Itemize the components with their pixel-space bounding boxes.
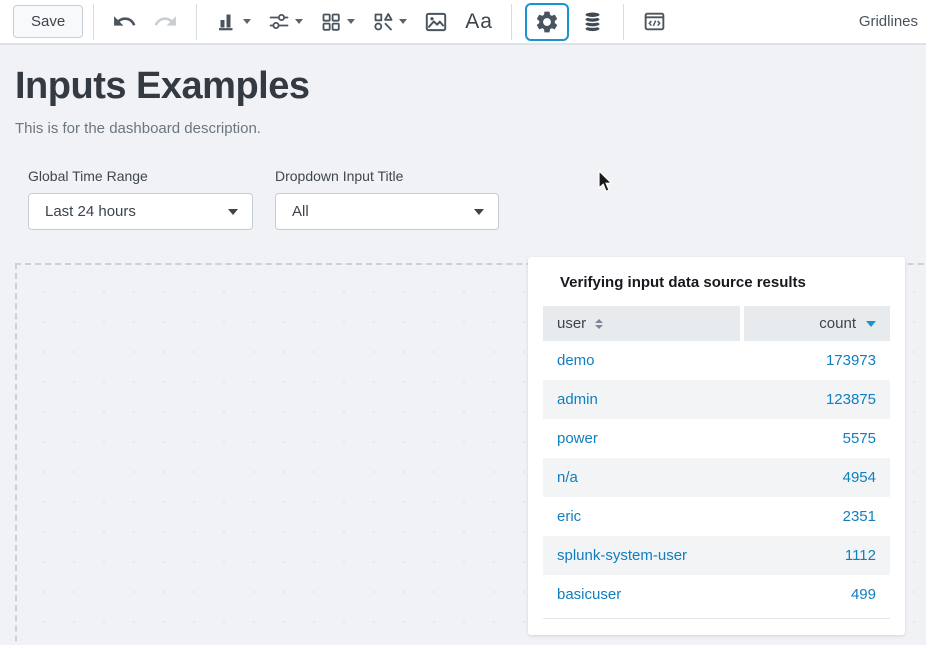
code-icon [642,9,667,34]
settings-button[interactable] [525,3,569,41]
time-range-dropdown[interactable]: Last 24 hours [28,193,253,230]
count-cell[interactable]: 5575 [742,430,890,447]
dropdown-input[interactable]: All [275,193,499,230]
table-row[interactable]: eric 2351 [543,497,890,536]
table-row[interactable]: splunk-system-user 1112 [543,536,890,575]
save-button[interactable]: Save [13,5,83,38]
chevron-down-icon [243,19,251,24]
editor-toolbar: Save [0,0,926,45]
shapes-icon [371,10,395,34]
column-label: count [819,315,856,332]
dropdown-input-value: All [292,203,309,220]
user-cell[interactable]: basicuser [543,586,742,603]
chevron-down-icon [347,19,355,24]
add-chart-button[interactable] [210,6,256,38]
user-cell[interactable]: n/a [543,469,742,486]
add-image-button[interactable] [418,5,454,39]
count-cell[interactable]: 123875 [742,391,890,408]
input-group-time-range: Global Time Range Last 24 hours [28,168,253,230]
dropdown-input-label: Dropdown Input Title [275,168,499,184]
count-cell[interactable]: 2351 [742,508,890,525]
table-row[interactable]: n/a 4954 [543,458,890,497]
gridlines-label[interactable]: Gridlines [859,13,920,30]
source-code-button[interactable] [637,5,672,38]
panel-title: Verifying input data source results [560,274,873,291]
table-row[interactable]: power 5575 [543,419,890,458]
table-row[interactable]: demo 173973 [543,341,890,380]
sliders-icon [267,10,291,34]
chevron-down-icon [474,209,484,215]
toolbar-divider [196,4,197,40]
table-row[interactable]: admin 123875 [543,380,890,419]
page-title: Inputs Examples [15,65,911,108]
grid-icon [319,10,343,34]
count-cell[interactable]: 1112 [742,547,890,564]
chevron-down-icon [295,19,303,24]
sort-both-icon [595,319,603,329]
chevron-down-icon [399,19,407,24]
input-group-dropdown: Dropdown Input Title All [275,168,499,230]
user-cell[interactable]: splunk-system-user [543,547,742,564]
toolbar-divider [511,4,512,40]
data-sources-button[interactable] [575,5,610,38]
redo-icon [153,9,178,34]
inputs-row: Global Time Range Last 24 hours Dropdown… [0,168,926,230]
user-cell[interactable]: admin [543,391,742,408]
count-cell[interactable]: 4954 [742,469,890,486]
count-cell[interactable]: 499 [742,586,890,603]
add-input-button[interactable] [262,6,308,38]
layout-grid-button[interactable] [314,6,360,38]
text-tool-label: Aa [465,10,493,34]
add-text-button[interactable]: Aa [460,6,498,38]
redo-button[interactable] [148,5,183,38]
table-header-row: user count [543,306,890,341]
dashboard-header: Inputs Examples This is for the dashboar… [0,45,926,137]
user-cell[interactable]: eric [543,508,742,525]
bar-chart-icon [215,10,239,34]
gear-icon [534,9,560,35]
toolbar-divider [623,4,624,40]
sort-desc-icon [866,321,876,327]
panel-divider [543,618,890,619]
count-cell[interactable]: 173973 [742,352,890,369]
undo-icon [112,9,137,34]
user-cell[interactable]: demo [543,352,742,369]
table-row[interactable]: basicuser 499 [543,575,890,614]
column-label: user [557,315,586,332]
chevron-down-icon [228,209,238,215]
image-icon [423,9,449,35]
table-panel[interactable]: Verifying input data source results user… [528,257,905,635]
time-range-value: Last 24 hours [45,203,136,220]
user-cell[interactable]: power [543,430,742,447]
column-header-user[interactable]: user [543,306,740,341]
add-shape-button[interactable] [366,6,412,38]
column-header-count[interactable]: count [744,306,890,341]
database-icon [580,9,605,34]
toolbar-divider [93,4,94,40]
page-description: This is for the dashboard description. [15,120,911,137]
undo-button[interactable] [107,5,142,38]
time-range-label: Global Time Range [28,168,253,184]
